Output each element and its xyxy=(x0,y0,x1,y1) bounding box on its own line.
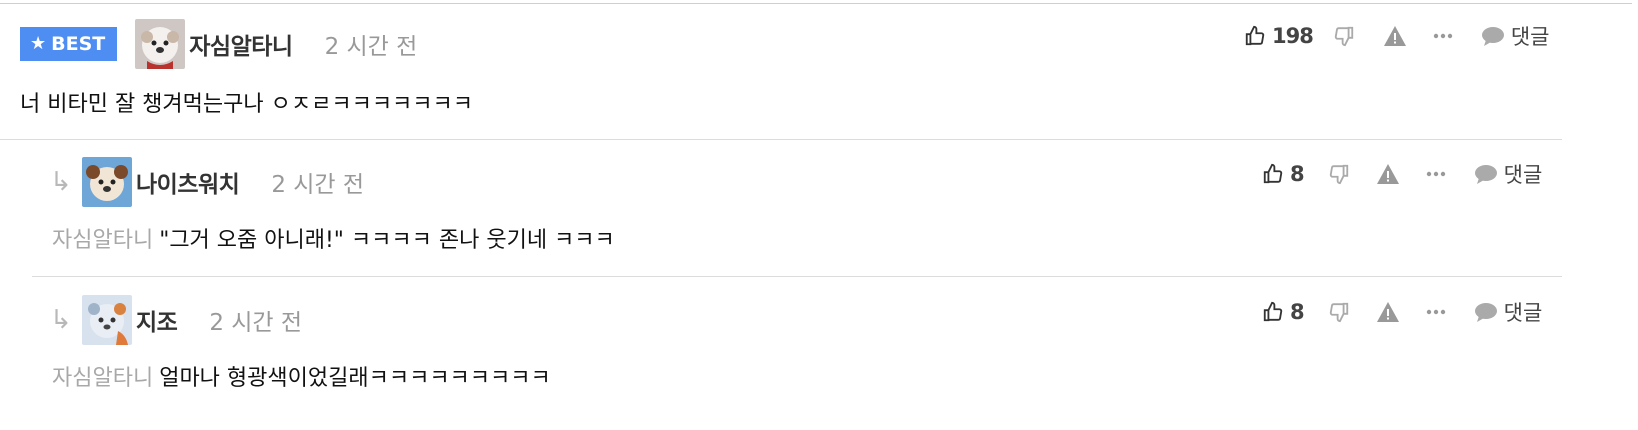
reply-arrow-icon: ↳ xyxy=(50,167,72,197)
divider xyxy=(32,276,1562,277)
thumbs-up-icon xyxy=(1262,163,1284,185)
star-icon: ★ xyxy=(30,33,47,54)
more-icon[interactable] xyxy=(1426,171,1446,177)
warning-icon[interactable] xyxy=(1383,25,1407,47)
mention[interactable]: 자심알타니 xyxy=(52,228,153,253)
reply-button[interactable]: 댓글 xyxy=(1474,297,1543,327)
speech-bubble-icon xyxy=(1474,302,1498,322)
timestamp: 2 시간 전 xyxy=(271,172,365,198)
timestamp: 2 시간 전 xyxy=(209,310,303,336)
reply-button[interactable]: 댓글 xyxy=(1474,159,1543,189)
thumbs-down-icon[interactable] xyxy=(1328,163,1350,185)
mention[interactable]: 자심알타니 xyxy=(52,366,153,391)
comment-text: 자심알타니 "그거 오줌 아니래!" ㅋㅋㅋㅋ 존나 웃기네 ㅋㅋㅋ xyxy=(52,222,615,254)
username[interactable]: 나이츠워치 xyxy=(136,165,240,199)
divider xyxy=(0,139,1562,140)
thumbs-down-icon[interactable] xyxy=(1333,25,1355,47)
avatar[interactable] xyxy=(82,157,132,207)
username[interactable]: 자심알타니 xyxy=(189,27,293,61)
comment-header: ↳ 지조 2 시간 전 xyxy=(50,294,302,346)
top-border xyxy=(0,0,1632,4)
like-count: 8 xyxy=(1290,300,1305,324)
comment-text-content: 얼마나 형광색이었길래ㅋㅋㅋㅋㅋㅋㅋㅋㅋ xyxy=(159,366,551,391)
more-icon[interactable] xyxy=(1426,309,1446,315)
username[interactable]: 지조 xyxy=(136,303,178,337)
best-badge: ★ BEST xyxy=(20,27,118,61)
like-count: 198 xyxy=(1272,24,1314,48)
more-icon[interactable] xyxy=(1433,33,1453,39)
like-button[interactable]: 198 xyxy=(1244,24,1314,48)
comment-actions: 8 댓글 xyxy=(1262,292,1542,332)
warning-icon[interactable] xyxy=(1376,163,1400,185)
comment-actions: 8 댓글 xyxy=(1262,154,1542,194)
comment-text: 너 비타민 잘 챙겨먹는구나 ㅇㅈㄹㅋㅋㅋㅋㅋㅋㅋ xyxy=(20,92,474,117)
warning-icon[interactable] xyxy=(1376,301,1400,323)
reply-arrow-icon: ↳ xyxy=(50,305,72,335)
like-button[interactable]: 8 xyxy=(1262,300,1305,324)
comment-text: 자심알타니 얼마나 형광색이었길래ㅋㅋㅋㅋㅋㅋㅋㅋㅋ xyxy=(52,360,551,392)
speech-bubble-icon xyxy=(1474,164,1498,184)
timestamp: 2 시간 전 xyxy=(324,34,418,60)
thumbs-up-icon xyxy=(1262,301,1284,323)
thumbs-down-icon[interactable] xyxy=(1328,301,1350,323)
comment-header: ↳ 나이츠워치 2 시간 전 xyxy=(50,156,364,208)
reply-label: 댓글 xyxy=(1503,301,1543,325)
best-badge-label: BEST xyxy=(51,33,106,55)
avatar[interactable] xyxy=(82,295,132,345)
comment-actions: 198 댓글 xyxy=(1244,16,1549,56)
thumbs-up-icon xyxy=(1244,25,1266,47)
reply-label: 댓글 xyxy=(1503,163,1543,187)
avatar[interactable] xyxy=(135,19,186,69)
reply-button[interactable]: 댓글 xyxy=(1481,21,1550,51)
speech-bubble-icon xyxy=(1481,26,1505,46)
comment-header: ★ BEST 자심알타니 2 시간 전 xyxy=(20,18,417,70)
like-count: 8 xyxy=(1290,162,1305,186)
comment-text-content: "그거 오줌 아니래!" ㅋㅋㅋㅋ 존나 웃기네 ㅋㅋㅋ xyxy=(159,228,615,253)
reply-label: 댓글 xyxy=(1510,25,1550,49)
like-button[interactable]: 8 xyxy=(1262,162,1305,186)
